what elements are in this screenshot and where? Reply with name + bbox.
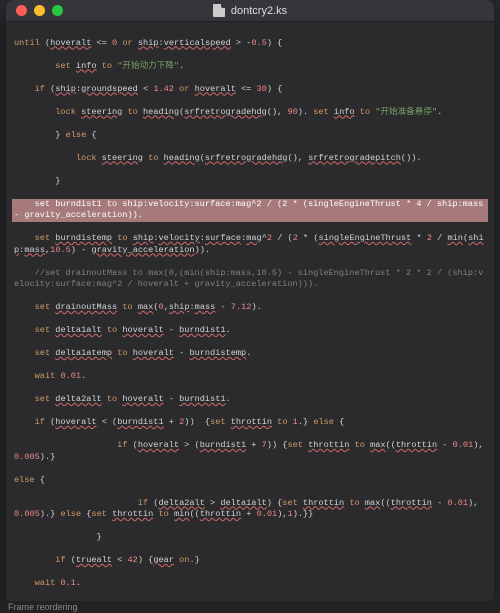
editor-window: dontcry2.ks until (hoveralt <= 0 or ship… [6,0,494,603]
code-line: wait 0.1. [14,578,486,590]
footer-bar: Frame reordering [0,601,500,613]
code-line: lock steering to heading(srfretrogradehd… [14,107,486,119]
code-line: if (ship:groundspeed < 1.42 or hoveralt … [14,84,486,96]
titlebar: dontcry2.ks [6,0,494,22]
title: dontcry2.ks [6,4,494,17]
maximize-button[interactable] [52,5,63,16]
code-line: set info to "开始动力下降". [14,61,486,73]
code-line: } else { [14,130,486,142]
code-line: set delta1alt to hoveralt - burndist1. [14,325,486,337]
code-line: wait 0.01. [14,371,486,383]
code-line: set burndistemp to ship:velocity:surface… [14,233,486,256]
close-button[interactable] [16,5,27,16]
minimize-button[interactable] [34,5,45,16]
code-line: set delta1atemp to hoveralt - burndistem… [14,348,486,360]
traffic-lights [16,5,63,16]
code-editor[interactable]: until (hoveralt <= 0 or ship:verticalspe… [6,22,494,603]
code-line: if (delta2alt > delta1alt) {set throttin… [14,498,486,521]
code-line: if (hoveralt < (burndist1 + 2)) {set thr… [14,417,486,429]
filename: dontcry2.ks [231,5,287,17]
code-line: set drainoutMass to max(0,ship:mass - 7.… [14,302,486,314]
code-line: set delta2alt to hoveralt - burndist1. [14,394,486,406]
code-line: if (truealt < 42) {gear on.} [14,555,486,567]
code-line: if (hoveralt > (burndist1 + 7)) {set thr… [14,440,486,463]
footer-label: Frame reordering [8,602,78,612]
code-line: } [14,532,486,544]
highlighted-line: set burndist1 to ship:velocity:surface:m… [12,199,488,222]
code-line: else { [14,475,486,487]
file-icon [213,4,225,17]
code-line: } [14,176,486,188]
left-gutter [0,22,6,603]
code-line: //set drainoutMass to max(0,(min(ship:ma… [14,268,486,291]
code-line: until (hoveralt <= 0 or ship:verticalspe… [14,38,486,50]
code-line: lock steering to heading(srfretrogradehd… [14,153,486,165]
